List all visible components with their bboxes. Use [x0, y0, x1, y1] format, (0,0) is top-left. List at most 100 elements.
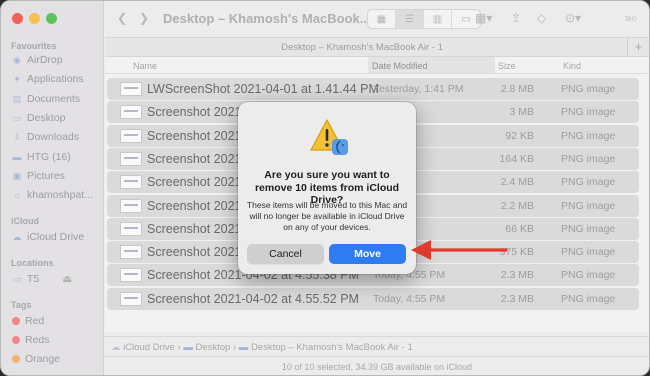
list-view-button[interactable]: ☰ [396, 10, 424, 28]
png-file-icon [120, 82, 142, 96]
sidebar-item-downloads[interactable]: ⇩ Downloads [12, 131, 79, 143]
file-kind: PNG image [561, 246, 616, 259]
search-icon[interactable]: ⌕ [631, 11, 638, 26]
downloads-icon: ⇩ [13, 131, 21, 142]
sidebar-item-pictures[interactable]: ▣ Pictures [12, 170, 65, 182]
file-kind: PNG image [561, 83, 616, 95]
home-icon: ⌂ [14, 190, 20, 200]
sidebar-item-htg[interactable]: ▬ HTG (16) [12, 151, 71, 163]
move-button[interactable]: Move [329, 244, 406, 264]
png-file-icon [120, 268, 142, 283]
path-bar: ☁ iCloud Drive › ▬ Desktop › ▬ Desktop –… [105, 336, 649, 356]
file-size: 2.3 MB [500, 292, 534, 305]
png-file-icon [120, 245, 142, 260]
locations-header: Locations [11, 258, 54, 268]
file-size: 92 KB [505, 129, 534, 142]
tag-icon[interactable]: ◇ [537, 11, 546, 25]
file-size: 2.3 MB [500, 269, 534, 282]
sidebar-item-label: Downloads [27, 131, 79, 143]
tag-color-dot [12, 336, 20, 344]
table-row[interactable]: Screenshot 2021-04-02 at 4.55.52 PM Today… [107, 287, 639, 310]
zoom-window-button[interactable] [46, 13, 57, 24]
file-kind: PNG image [561, 269, 616, 282]
file-name: Screenshot 2021-0 [147, 175, 253, 190]
sidebar-item-tag-red[interactable]: Red [12, 315, 44, 327]
minimize-window-button[interactable] [29, 13, 40, 24]
file-date-modified: Today, 4:55 PM [373, 292, 446, 305]
sidebar-item-label: HTG (16) [27, 151, 71, 163]
desktop-icon: ▭ [12, 112, 22, 123]
column-name[interactable]: Name [133, 61, 157, 71]
png-file-icon [120, 175, 142, 190]
file-name: Screenshot 2021-0 [147, 245, 253, 260]
window-title: Desktop – Khamosh's MacBook... [163, 11, 371, 26]
sidebar-item-documents[interactable]: ▤ Documents [12, 93, 80, 105]
file-kind: PNG image [561, 129, 616, 142]
tab-current[interactable]: Desktop – Khamosh's MacBook Air - 1 [105, 42, 619, 53]
sidebar-item-home[interactable]: ⌂ khamoshpat... [12, 189, 93, 201]
sidebar-item-tag-orange[interactable]: Orange [12, 353, 60, 365]
warning-icon [310, 119, 348, 155]
column-date-modified[interactable]: Date Modified [368, 57, 495, 73]
png-file-icon [120, 151, 142, 166]
tags-header: Tags [11, 300, 32, 310]
sidebar-item-desktop[interactable]: ▭ Desktop [12, 112, 66, 124]
file-name: Screenshot 2021-04-02 at 4.55.52 PM [147, 291, 359, 306]
file-kind: PNG image [561, 152, 616, 165]
sidebar-item-label: Orange [25, 353, 61, 365]
column-kind[interactable]: Kind [563, 61, 581, 71]
path-crumb[interactable]: Desktop – Khamosh's MacBook Air - 1 [251, 342, 413, 353]
view-mode-group: ▦ ☰ ▥ ▭ [367, 9, 481, 29]
airdrop-icon: ◉ [13, 54, 21, 65]
share-icon[interactable]: ⇪ [511, 11, 521, 25]
cancel-button[interactable]: Cancel [247, 244, 324, 264]
tab-bar: Desktop – Khamosh's MacBook Air - 1 + [105, 37, 649, 57]
drive-icon: ▭ [12, 273, 22, 284]
file-kind: PNG image [561, 292, 616, 305]
file-size: 2.4 MB [500, 176, 534, 189]
path-crumb[interactable]: iCloud Drive [123, 342, 175, 353]
pictures-icon: ▣ [12, 170, 22, 181]
sidebar-item-label: Reds [25, 334, 50, 346]
sidebar-item-label: iCloud Drive [27, 231, 85, 243]
sidebar-item-t5[interactable]: ▭ T5 ⏏ [12, 273, 72, 285]
forward-button[interactable]: ❯ [139, 11, 149, 25]
window-controls [12, 13, 57, 24]
file-size: 164 KB [499, 152, 534, 165]
table-row[interactable]: LWScreenShot 2021-04-01 at 1.41.44 PM Yes… [107, 78, 639, 100]
file-size: 2.2 MB [500, 199, 534, 212]
sidebar-item-tag-reds[interactable]: Reds [12, 334, 50, 346]
tag-color-dot [12, 317, 20, 325]
path-crumb[interactable]: Desktop [195, 342, 230, 353]
sidebar-item-label: Desktop [27, 112, 66, 124]
sidebar-item-airdrop[interactable]: ◉ AirDrop [12, 54, 63, 66]
file-name: Screenshot 2021-0 [147, 221, 253, 236]
eject-icon[interactable]: ⏏ [62, 273, 72, 285]
file-kind: PNG image [561, 106, 616, 119]
sidebar-item-icloud-drive[interactable]: ☁ iCloud Drive [12, 231, 85, 243]
file-name: Screenshot 2021-0 [147, 128, 253, 143]
column-header: Name Date Modified Size Kind [105, 57, 649, 74]
new-tab-button[interactable]: + [627, 38, 649, 57]
column-view-button[interactable]: ▥ [424, 10, 452, 28]
sidebar-item-label: AirDrop [27, 54, 63, 66]
png-file-icon [120, 221, 142, 236]
cloud-icon: ☁ [12, 231, 22, 242]
sidebar-item-applications[interactable]: ✦ Applications [12, 73, 83, 85]
column-size[interactable]: Size [498, 61, 516, 71]
back-button[interactable]: ❮ [117, 11, 127, 25]
png-file-icon [120, 198, 142, 213]
file-name: Screenshot 2021-0 [147, 198, 253, 213]
file-size: 66 KB [505, 222, 534, 235]
file-name: LWScreenShot 2021-04-01 at 1.41.44 PM [147, 82, 379, 96]
file-size: 3 MB [509, 106, 534, 119]
sidebar: Favourites ◉ AirDrop ✦ Applications ▤ Docum… [1, 1, 104, 375]
file-kind: PNG image [561, 222, 616, 235]
more-actions-button[interactable]: ⊙▾ [565, 11, 581, 25]
icon-view-button[interactable]: ▦ [368, 10, 396, 28]
close-window-button[interactable] [12, 13, 23, 24]
cloud-icon: ☁ [111, 342, 121, 353]
group-by-button[interactable]: ▦▾ [475, 11, 492, 25]
folder-icon: ▬ [12, 152, 22, 162]
annotation-arrow-icon [411, 240, 508, 260]
